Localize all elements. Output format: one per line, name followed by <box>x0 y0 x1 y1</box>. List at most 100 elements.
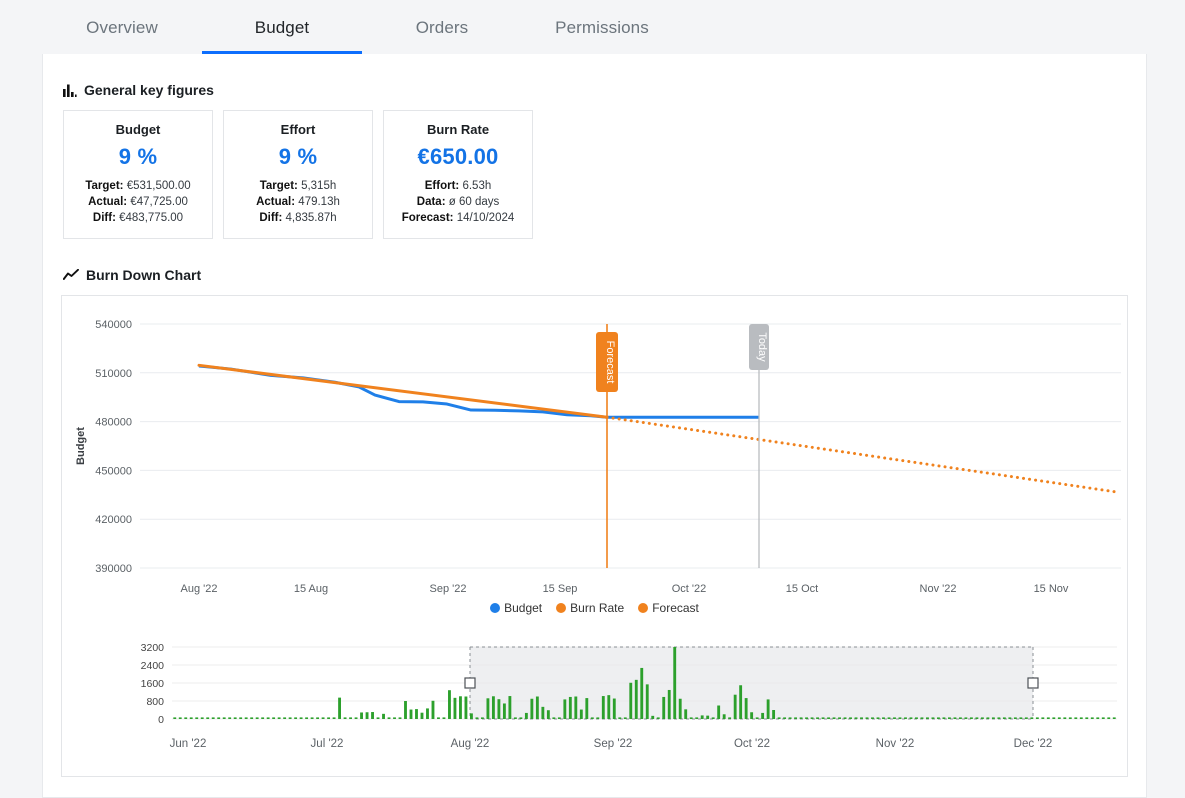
navigator-bar <box>272 717 276 719</box>
x-axis-tick: Sep '22 <box>430 583 467 595</box>
legend-item-burn-rate[interactable]: Burn Rate <box>556 601 624 615</box>
navigator-bar <box>777 717 781 719</box>
kpi-detail-label: Target: <box>259 180 298 192</box>
navigator-bar <box>909 717 913 719</box>
navigator-bar <box>1085 717 1089 719</box>
navigator-bar <box>288 717 292 719</box>
navigator-bar <box>448 690 451 719</box>
navigator-bar <box>206 717 210 719</box>
navigator-bar <box>865 717 869 719</box>
chart-navigator[interactable]: 3200 2400 1600 800 0 Jun '22 Jul '22 Aug '22 Sep… <box>62 641 1129 769</box>
navigator-bar <box>508 696 512 719</box>
navigator-bar <box>1013 717 1017 719</box>
navigator-bar <box>898 717 902 719</box>
kpi-detail-value: 4,835.87h <box>285 212 337 224</box>
navigator-bar <box>244 717 248 719</box>
x-axis-tick: 15 Nov <box>1034 583 1069 595</box>
legend-label: Burn Rate <box>570 601 625 615</box>
navigator-x-tick: Sep '22 <box>594 738 633 750</box>
tab-budget[interactable]: Budget <box>202 18 362 54</box>
navigator-bar <box>1096 717 1100 719</box>
navigator-bar <box>173 717 177 719</box>
navigator-bar <box>552 717 556 719</box>
kpi-detail-value: €483,775.00 <box>119 212 184 224</box>
navigator-bar <box>310 717 314 719</box>
navigator-bar <box>920 717 924 719</box>
navigator-bar <box>404 701 407 719</box>
tab-orders[interactable]: Orders <box>362 18 522 54</box>
legend-item-budget[interactable]: Budget <box>490 601 542 615</box>
navigator-bar <box>1101 717 1105 719</box>
navigator-bar <box>991 717 995 719</box>
kpi-detail-value: €47,725.00 <box>130 196 188 208</box>
burn-down-chart-heading: Burn Down Chart <box>61 239 1128 295</box>
navigator-bar <box>568 696 572 719</box>
navigator-x-tick: Dec '22 <box>1014 738 1053 750</box>
navigator-bar <box>590 717 594 719</box>
navigator-bar <box>277 717 281 719</box>
navigator-bar <box>1052 717 1056 719</box>
legend-label: Budget <box>504 601 543 615</box>
navigator-handle-left[interactable] <box>464 677 476 689</box>
navigator-bar <box>684 709 688 719</box>
navigator-bar <box>415 709 418 719</box>
series-budget-line <box>198 364 759 419</box>
navigator-bar <box>843 717 847 719</box>
navigator-bar <box>574 696 578 719</box>
tab-overview[interactable]: Overview <box>42 18 202 54</box>
navigator-y-tick: 2400 <box>141 660 165 672</box>
kpi-detail-row: Diff: €483,775.00 <box>72 210 204 226</box>
burn-down-chart-svg[interactable]: Budget 540000 510000 480000 450000 420000 3900… <box>62 296 1129 598</box>
navigator-selection-mask[interactable] <box>470 647 1033 719</box>
kpi-detail-row: Target: 5,315h <box>232 178 364 194</box>
y-axis-tick: 540000 <box>95 319 132 331</box>
bar-chart-icon <box>63 84 77 97</box>
chart-legend: Budget Burn Rate Forecast <box>62 601 1127 615</box>
kpi-title: Budget <box>115 122 161 137</box>
navigator-bar <box>706 715 710 720</box>
burn-down-chart[interactable]: Budget 540000 510000 480000 450000 420000 3900… <box>61 295 1128 777</box>
legend-item-forecast[interactable]: Forecast <box>638 601 699 615</box>
kpi-detail-row: Diff: 4,835.87h <box>232 210 364 226</box>
x-axis-tick: 15 Sep <box>543 583 578 595</box>
navigator-bar <box>1090 717 1094 719</box>
navigator-bar <box>750 712 754 719</box>
kpi-detail-row: Effort: 6.53h <box>392 178 524 194</box>
navigator-bar <box>200 717 204 719</box>
tab-bar: Overview Budget Orders Permissions <box>0 0 1185 54</box>
navigator-bar <box>1107 717 1111 719</box>
navigator-bar <box>486 698 490 719</box>
tab-permissions[interactable]: Permissions <box>522 18 682 54</box>
navigator-bar <box>601 696 605 719</box>
navigator-bar <box>211 717 215 719</box>
navigator-bar <box>398 717 402 719</box>
key-figures-heading: General key figures <box>61 54 1128 110</box>
navigator-bar <box>667 689 671 719</box>
x-axis-tick: Oct '22 <box>672 583 707 595</box>
navigator-bar <box>942 717 946 719</box>
kpi-card-list: Budget 9 % Target: €531,500.00 Actual: €… <box>61 110 1128 239</box>
kpi-detail-row: Data: ø 60 days <box>392 194 524 210</box>
navigator-bar <box>453 697 457 719</box>
navigator-handle-right[interactable] <box>1027 677 1039 689</box>
navigator-bar <box>541 706 545 719</box>
navigator-bar <box>338 697 341 720</box>
kpi-detail-label: Effort: <box>424 180 460 192</box>
navigator-y-tick: 3200 <box>141 642 165 654</box>
kpi-detail-label: Actual: <box>88 196 128 208</box>
navigator-bar <box>1024 717 1028 719</box>
navigator-bar <box>722 714 726 719</box>
kpi-detail-label: Diff: <box>259 212 283 224</box>
navigator-bar <box>266 717 270 719</box>
navigator-bar <box>1079 717 1083 719</box>
navigator-bar <box>733 694 737 719</box>
navigator-bar <box>860 717 863 719</box>
kpi-detail-row: Actual: 479.13h <box>232 194 364 210</box>
legend-swatch-budget <box>490 603 501 613</box>
navigator-bar <box>849 717 852 719</box>
navigator-bar <box>772 710 776 719</box>
navigator-bar <box>887 717 891 719</box>
navigator-bar <box>327 717 331 719</box>
navigator-bar <box>915 717 918 719</box>
navigator-y-tick: 1600 <box>141 678 165 690</box>
